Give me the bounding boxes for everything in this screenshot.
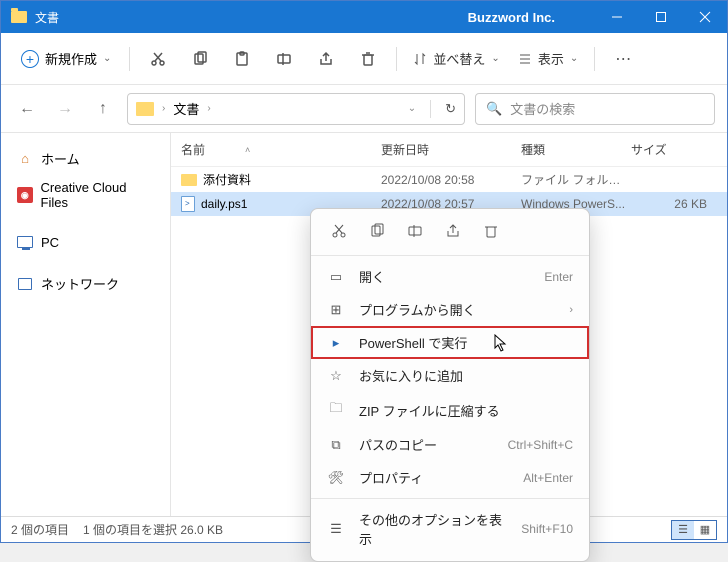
view-button[interactable]: 表示 ⌄ bbox=[512, 45, 584, 72]
search-icon: 🔍 bbox=[486, 101, 502, 117]
star-icon: ☆ bbox=[327, 368, 345, 384]
plus-icon: + bbox=[21, 50, 39, 68]
ctx-zip[interactable]: 🗀 ZIP ファイルに圧縮する bbox=[311, 392, 589, 428]
column-headers: 名前˄ 更新日時 種類 サイズ bbox=[171, 133, 727, 167]
sidebar-item-cc[interactable]: ◉ Creative Cloud Files bbox=[1, 174, 170, 216]
sort-label: 並べ替え bbox=[433, 49, 485, 68]
sidebar-item-label: PC bbox=[41, 235, 59, 250]
chevron-right-icon: › bbox=[162, 103, 165, 114]
ctx-more-options[interactable]: ☰ その他のオプションを表示 Shift+F10 bbox=[311, 503, 589, 555]
file-date: 2022/10/08 20:58 bbox=[381, 173, 521, 187]
share-button[interactable] bbox=[308, 41, 344, 77]
chevron-down-icon[interactable]: ⌄ bbox=[408, 103, 416, 114]
more-button[interactable]: ⋯ bbox=[605, 41, 641, 77]
view-label: 表示 bbox=[538, 49, 564, 68]
ctx-open-with[interactable]: ⊞ プログラムから開く › bbox=[311, 293, 589, 326]
home-icon: ⌂ bbox=[17, 151, 33, 167]
sort-button[interactable]: 並べ替え ⌄ bbox=[407, 45, 505, 72]
column-name[interactable]: 名前˄ bbox=[181, 141, 381, 158]
search-input[interactable]: 🔍 文書の検索 bbox=[475, 93, 715, 125]
file-type: ファイル フォルダー bbox=[521, 171, 631, 188]
chevron-down-icon: ⌄ bbox=[570, 53, 578, 64]
close-button[interactable] bbox=[683, 1, 727, 33]
back-button[interactable]: ← bbox=[13, 95, 41, 123]
cut-button[interactable] bbox=[140, 41, 176, 77]
ctx-properties[interactable]: 🛠 プロパティ Alt+Enter bbox=[311, 461, 589, 494]
minimize-button[interactable] bbox=[595, 1, 639, 33]
open-icon: ▭ bbox=[327, 269, 345, 285]
search-placeholder: 文書の検索 bbox=[510, 99, 575, 118]
maximize-button[interactable] bbox=[639, 1, 683, 33]
column-type[interactable]: 種類 bbox=[521, 141, 631, 158]
creative-cloud-icon: ◉ bbox=[17, 187, 33, 203]
breadcrumb[interactable]: › 文書 › ⌄ ↻ bbox=[127, 93, 465, 125]
view-icon bbox=[518, 52, 532, 66]
sidebar-item-pc[interactable]: PC bbox=[1, 228, 170, 256]
ctx-share-button[interactable] bbox=[443, 221, 463, 241]
sidebar: ⌂ ホーム ◉ Creative Cloud Files PC ネットワーク bbox=[1, 133, 171, 516]
copy-path-icon: ⧉ bbox=[327, 437, 345, 453]
rename-button[interactable] bbox=[266, 41, 302, 77]
network-icon bbox=[17, 276, 33, 292]
open-with-icon: ⊞ bbox=[327, 302, 345, 318]
ctx-copy-path[interactable]: ⧉ パスのコピー Ctrl+Shift+C bbox=[311, 428, 589, 461]
ctx-favorite[interactable]: ☆ お気に入りに追加 bbox=[311, 359, 589, 392]
new-label: 新規作成 bbox=[45, 49, 97, 68]
toolbar: + 新規作成 ⌄ 並べ替え ⌄ 表示 ⌄ ⋯ bbox=[1, 33, 727, 85]
ps1-file-icon bbox=[181, 196, 195, 212]
copy-button[interactable] bbox=[182, 41, 218, 77]
more-icon: ☰ bbox=[327, 521, 345, 537]
details-view-button[interactable]: ☰ bbox=[672, 521, 694, 539]
sidebar-item-label: Creative Cloud Files bbox=[41, 180, 154, 210]
delete-button[interactable] bbox=[350, 41, 386, 77]
brand-label: Buzzword Inc. bbox=[468, 10, 555, 25]
folder-icon bbox=[181, 174, 197, 186]
powershell-icon: ▸ bbox=[327, 335, 345, 351]
column-size[interactable]: サイズ bbox=[631, 141, 717, 158]
icons-view-button[interactable]: ▦ bbox=[694, 521, 716, 539]
ctx-delete-button[interactable] bbox=[481, 221, 501, 241]
new-button[interactable]: + 新規作成 ⌄ bbox=[13, 45, 119, 72]
ctx-rename-button[interactable] bbox=[405, 221, 425, 241]
chevron-right-icon: › bbox=[569, 304, 573, 316]
ctx-run-powershell[interactable]: ▸ PowerShell で実行 bbox=[311, 326, 589, 359]
sidebar-item-network[interactable]: ネットワーク bbox=[1, 268, 170, 299]
window-title: 文書 bbox=[35, 9, 59, 26]
file-name: 添付資料 bbox=[203, 171, 251, 188]
view-toggle: ☰ ▦ bbox=[671, 520, 717, 540]
table-row[interactable]: 添付資料 2022/10/08 20:58 ファイル フォルダー bbox=[171, 167, 727, 192]
selection-info: 1 個の項目を選択 26.0 KB bbox=[83, 521, 223, 538]
titlebar: 文書 Buzzword Inc. bbox=[1, 1, 727, 33]
sort-icon bbox=[413, 52, 427, 66]
up-button[interactable]: ↑ bbox=[89, 95, 117, 123]
file-size: 26 KB bbox=[631, 197, 717, 211]
item-count: 2 個の項目 bbox=[11, 521, 69, 538]
sidebar-item-label: ホーム bbox=[41, 149, 80, 168]
pc-icon bbox=[17, 234, 33, 250]
chevron-right-icon: › bbox=[207, 103, 210, 114]
paste-button[interactable] bbox=[224, 41, 260, 77]
sidebar-item-label: ネットワーク bbox=[41, 274, 119, 293]
ctx-open[interactable]: ▭ 開く Enter bbox=[311, 260, 589, 293]
ctx-cut-button[interactable] bbox=[329, 221, 349, 241]
folder-icon bbox=[136, 102, 154, 116]
chevron-down-icon: ⌄ bbox=[103, 53, 111, 64]
chevron-down-icon: ⌄ bbox=[491, 53, 499, 64]
refresh-button[interactable]: ↻ bbox=[445, 101, 456, 117]
properties-icon: 🛠 bbox=[327, 470, 345, 486]
sidebar-item-home[interactable]: ⌂ ホーム bbox=[1, 143, 170, 174]
context-menu: ▭ 開く Enter ⊞ プログラムから開く › ▸ PowerShell で実… bbox=[310, 208, 590, 562]
sort-indicator-icon: ˄ bbox=[245, 145, 250, 155]
zip-icon: 🗀 bbox=[327, 399, 345, 421]
forward-button[interactable]: → bbox=[51, 95, 79, 123]
breadcrumb-current[interactable]: 文書 bbox=[173, 99, 199, 118]
folder-icon bbox=[11, 11, 27, 23]
column-date[interactable]: 更新日時 bbox=[381, 141, 521, 158]
file-name: daily.ps1 bbox=[201, 197, 247, 211]
navbar: ← → ↑ › 文書 › ⌄ ↻ 🔍 文書の検索 bbox=[1, 85, 727, 133]
ctx-copy-button[interactable] bbox=[367, 221, 387, 241]
